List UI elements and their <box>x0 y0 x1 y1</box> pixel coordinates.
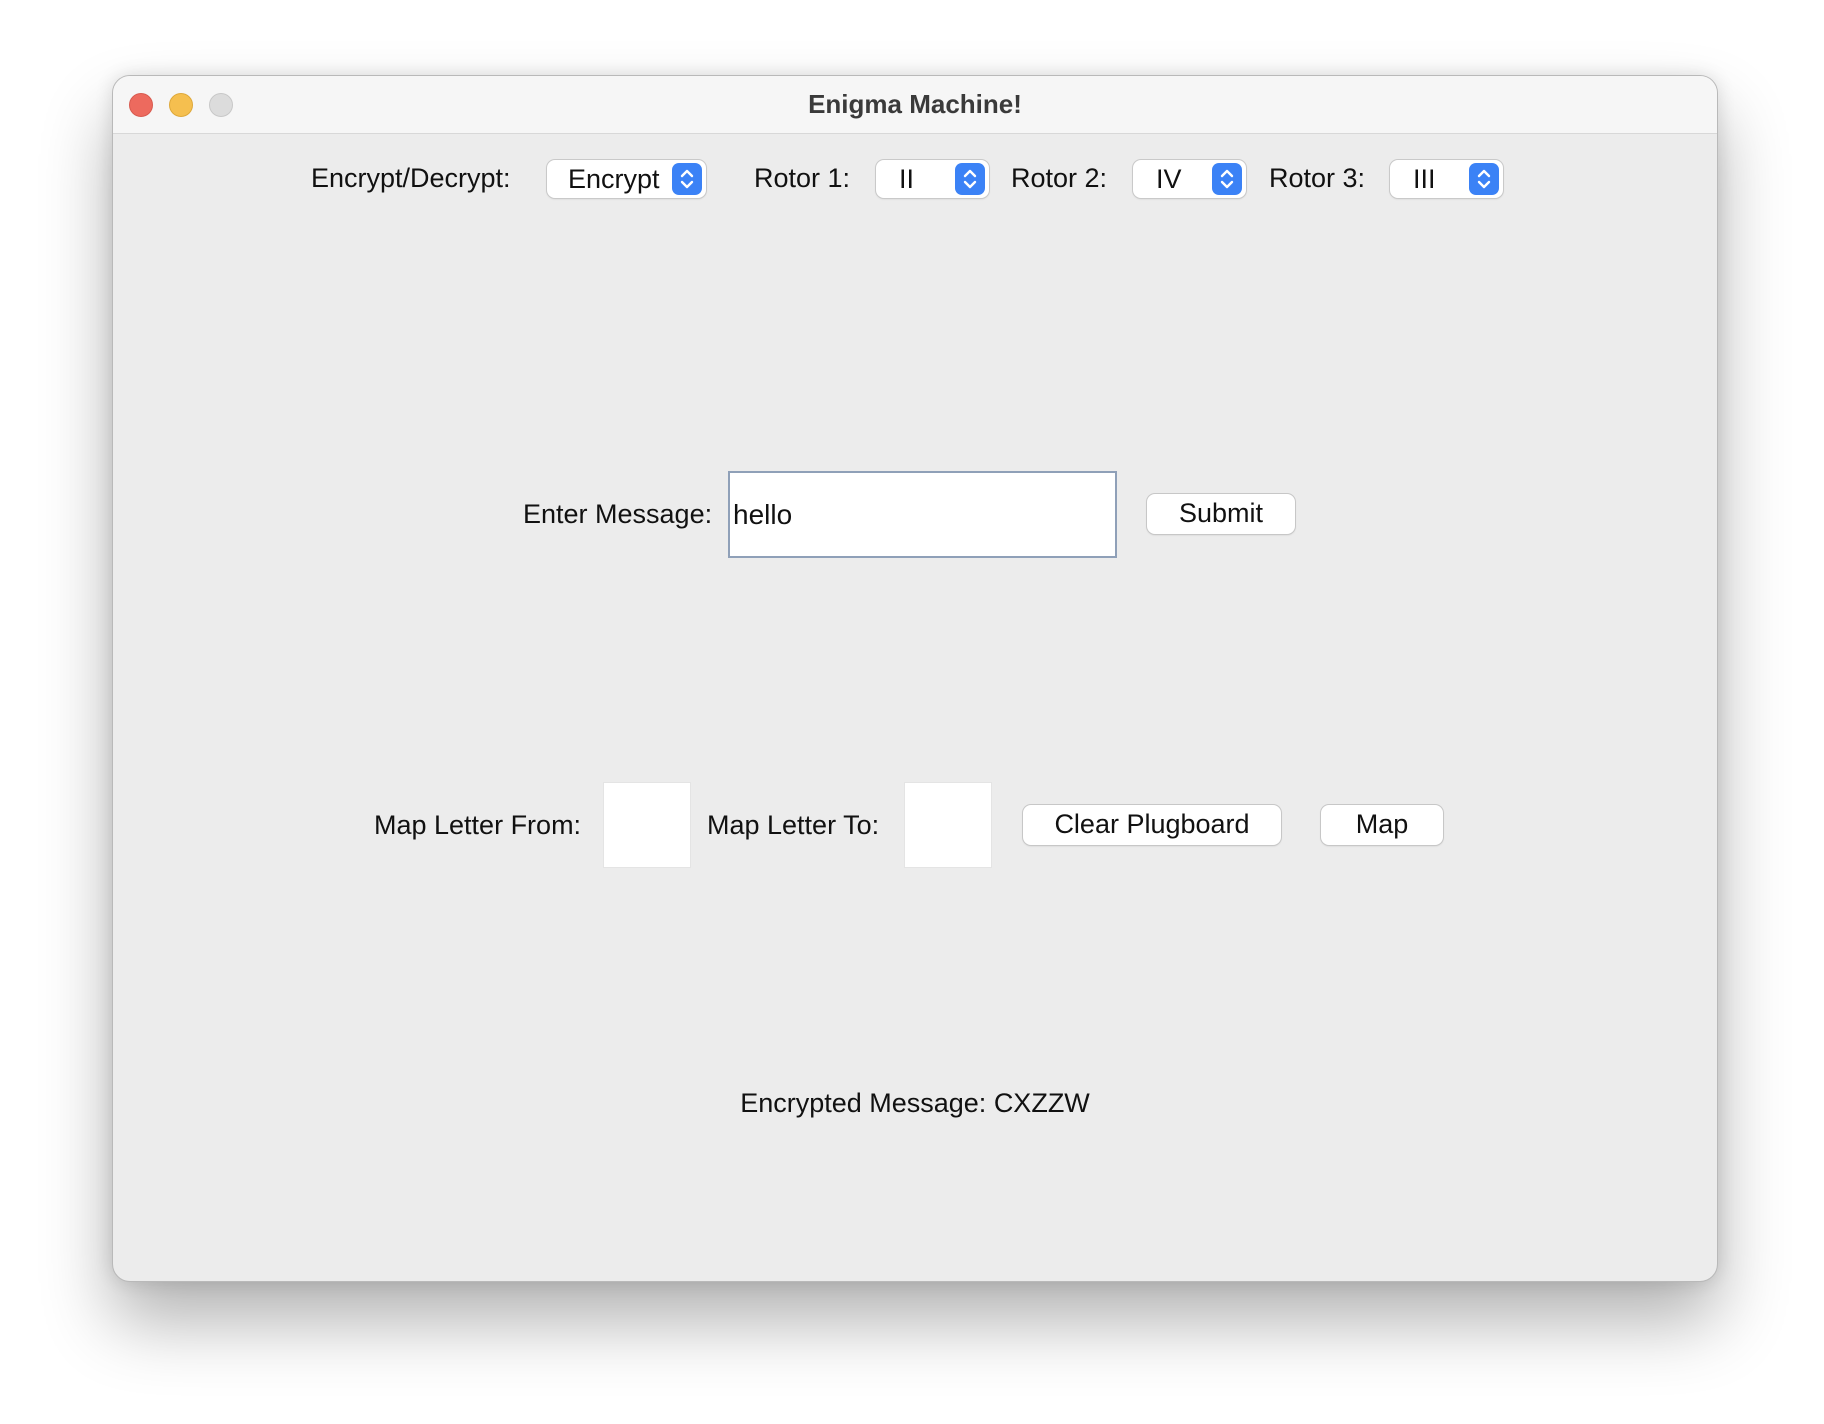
updown-chevron-icon <box>1469 163 1499 195</box>
map-to-input[interactable] <box>904 782 992 868</box>
rotor3-label: Rotor 3: <box>1269 163 1366 193</box>
rotor2-select-value: IV <box>1156 164 1182 194</box>
message-input[interactable]: hello <box>728 471 1117 558</box>
map-from-input[interactable] <box>603 782 691 868</box>
mode-select-value: Encrypt <box>568 164 660 194</box>
encrypted-message-text: Encrypted Message: CXZZW <box>740 1088 1090 1118</box>
app-window: Enigma Machine! Encrypt/Decrypt: Encrypt… <box>112 75 1718 1282</box>
message-input-value: hello <box>733 499 793 530</box>
map-from-label: Map Letter From: <box>374 810 582 840</box>
rotor1-label: Rotor 1: <box>754 163 851 193</box>
updown-chevron-icon <box>1212 163 1242 195</box>
rotor1-select[interactable]: II <box>876 160 989 198</box>
rotor3-select-value: III <box>1413 164 1436 194</box>
mode-label: Encrypt/Decrypt: <box>311 163 511 193</box>
rotor2-select[interactable]: IV <box>1133 160 1246 198</box>
map-to-label: Map Letter To: <box>707 810 880 840</box>
rotor3-select[interactable]: III <box>1390 160 1503 198</box>
title-bar[interactable]: Enigma Machine! <box>113 76 1717 134</box>
window-title: Enigma Machine! <box>808 89 1022 119</box>
clear-plugboard-button[interactable]: Clear Plugboard <box>1023 805 1281 845</box>
submit-button[interactable]: Submit <box>1147 494 1295 534</box>
rotor1-select-value: II <box>899 164 915 194</box>
map-button[interactable]: Map <box>1321 805 1443 845</box>
updown-chevron-icon <box>955 163 985 195</box>
rotor2-label: Rotor 2: <box>1011 163 1108 193</box>
updown-chevron-icon <box>672 163 702 195</box>
message-label: Enter Message: <box>523 499 713 529</box>
mode-select[interactable]: Encrypt <box>547 160 706 198</box>
